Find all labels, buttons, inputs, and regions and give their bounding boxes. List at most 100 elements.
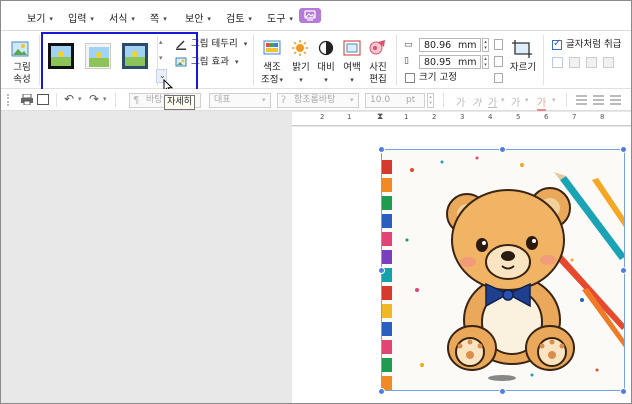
divider: [566, 93, 567, 107]
margin-button[interactable]: 여백 ▾: [341, 62, 363, 87]
height-lock-icon[interactable]: [494, 56, 503, 67]
chevron-down-icon: ▾: [350, 76, 354, 84]
wrap-behind-icon[interactable]: [586, 57, 597, 68]
ruler-number: 4: [488, 113, 493, 121]
brightness-icon[interactable]: [291, 39, 309, 57]
resize-handle-top-left[interactable]: [378, 146, 385, 153]
brightness-button[interactable]: 밝기 ▾: [290, 62, 312, 87]
height-input[interactable]: 80.95 mm: [419, 55, 481, 69]
divider: [543, 35, 544, 85]
contrast-button[interactable]: 대비 ▾: [315, 62, 337, 87]
italic-icon[interactable]: 가: [472, 94, 481, 109]
wrap-top-bottom-icon[interactable]: [569, 57, 580, 68]
picture-effect-button[interactable]: 그림 효과 ▾: [191, 56, 239, 69]
resize-handle-top-right[interactable]: [620, 146, 627, 153]
photo-edit-icon[interactable]: [369, 39, 387, 57]
font-icon: ʔ: [281, 95, 287, 106]
fix-size-label: 크기 고정: [419, 72, 457, 83]
font-size-stepper[interactable]: ▴ ▾: [427, 93, 434, 108]
chevron-down-icon: ▾: [207, 15, 211, 23]
font-size-input[interactable]: 10.0 pt: [365, 93, 425, 108]
resize-handle-bottom-left[interactable]: [378, 388, 385, 395]
photo-edit-button[interactable]: 사진 편집: [366, 62, 390, 86]
width-lock-icon[interactable]: [494, 39, 503, 50]
bold-icon[interactable]: 가: [456, 94, 465, 109]
align-center-icon[interactable]: [610, 95, 621, 105]
style-icon: ¶: [133, 95, 140, 106]
format-toolbar: ↶ ▾ ↷ ▾ ¶ 바탕글 대표 ▾ ʔ 함초롬바탕 ▾ 10.0 pt ▴ ▾ …: [1, 89, 631, 111]
align-justify-icon[interactable]: [576, 95, 587, 105]
redo-icon[interactable]: ↷: [89, 92, 99, 106]
chevron-down-icon: ▾: [131, 15, 135, 23]
divider: [396, 35, 397, 85]
menu-format[interactable]: 서식 ▾: [109, 10, 135, 25]
wrap-front-icon[interactable]: [603, 57, 614, 68]
horizontal-ruler: 2 1 ⧗ 1 2 3 4 5 6 7 8: [292, 112, 631, 126]
undo-icon[interactable]: ↶: [64, 92, 74, 106]
ruler-number: 2: [320, 113, 325, 121]
chevron-down-icon: ▾: [248, 15, 252, 23]
menu-insert[interactable]: 입력 ▾: [68, 10, 94, 25]
chevron-down-icon: ▾: [289, 15, 293, 23]
chevron-down-icon: ▾: [350, 96, 354, 104]
underline-icon[interactable]: 가: [488, 94, 497, 109]
chevron-down-icon[interactable]: ▾: [552, 96, 556, 104]
menu-tools[interactable]: 도구 ▾: [267, 10, 293, 25]
picture-properties-icon[interactable]: [10, 39, 32, 61]
color-adjust-icon[interactable]: [263, 40, 281, 56]
resize-handle-bottom-right[interactable]: [620, 388, 627, 395]
contrast-icon[interactable]: [318, 40, 334, 56]
width-input[interactable]: 80.96 mm: [419, 38, 481, 52]
chevron-down-icon: ▾: [279, 76, 283, 84]
resize-handle-right[interactable]: [620, 267, 627, 274]
more-tooltip: 자세히: [164, 95, 195, 110]
picture-tab-button[interactable]: [299, 8, 321, 23]
save-icon[interactable]: [37, 94, 49, 105]
ruler-number: 5: [516, 113, 521, 121]
chevron-down-icon[interactable]: ▾: [78, 95, 82, 103]
language-select[interactable]: 대표 ▾: [209, 93, 271, 108]
ruler-number: 6: [544, 113, 549, 121]
ruler-indent-marker[interactable]: ⧗: [377, 112, 383, 122]
height-icon: ▯: [404, 56, 409, 66]
resize-handle-top[interactable]: [499, 146, 506, 153]
menu-review[interactable]: 검토 ▾: [226, 10, 252, 25]
app-window: 보기▾ 입력▾ 서식▾ 쪽▾ 보안▾ 검토▾ 도구▾ 그림 속성: [0, 0, 632, 404]
width-stepper[interactable]: ▴ ▾: [482, 38, 489, 52]
chevron-down-icon: ▾: [49, 15, 53, 23]
margin-icon[interactable]: [343, 40, 361, 56]
divider: [253, 35, 254, 85]
ruler-number: 8: [600, 113, 605, 121]
chevron-down-icon: ▾: [90, 15, 94, 23]
height-stepper[interactable]: ▴ ▾: [482, 55, 489, 69]
picture-border-button[interactable]: 그림 테두리 ▾: [191, 38, 247, 51]
strikethrough-icon[interactable]: 가: [511, 94, 520, 109]
font-color-icon[interactable]: 가: [537, 94, 547, 111]
chevron-down-icon[interactable]: ▾: [103, 95, 107, 103]
align-left-icon[interactable]: [593, 95, 604, 105]
menu-bar: 보기 ▾ 입력 ▾ 서식 ▾ 쪽 ▾ 보안 ▾ 검토 ▾ 도구 ▾: [1, 1, 631, 31]
treat-as-char-checkbox[interactable]: ✓: [552, 38, 562, 50]
chevron-down-icon[interactable]: ▾: [501, 96, 505, 104]
chevron-down-icon[interactable]: ▾: [525, 96, 529, 104]
resize-handle-bottom[interactable]: [499, 388, 506, 395]
font-select[interactable]: ʔ 함초롬바탕 ▾: [277, 93, 359, 108]
chevron-down-icon: ▾: [243, 40, 248, 48]
print-icon[interactable]: [21, 93, 33, 106]
crop-icon[interactable]: [512, 40, 532, 58]
picture-properties-label[interactable]: 그림 속성: [9, 62, 35, 86]
divider: [39, 35, 40, 85]
chevron-down-icon: ▾: [262, 96, 266, 104]
size-reset-icon[interactable]: [494, 73, 503, 83]
resize-handle-left[interactable]: [378, 267, 385, 274]
fix-size-checkbox[interactable]: [405, 73, 415, 83]
chevron-down-icon: ▾: [234, 58, 239, 66]
selected-picture[interactable]: [381, 149, 625, 391]
check-icon: ✓: [553, 38, 562, 49]
menu-security[interactable]: 보안 ▾: [185, 10, 211, 25]
wrap-square-icon[interactable]: [552, 57, 563, 68]
crop-button[interactable]: 자르기: [508, 62, 538, 74]
menu-page[interactable]: 쪽 ▾: [150, 10, 167, 25]
menu-view[interactable]: 보기 ▾: [27, 10, 53, 25]
color-adjust-button[interactable]: 색조 조정▾: [259, 62, 285, 87]
